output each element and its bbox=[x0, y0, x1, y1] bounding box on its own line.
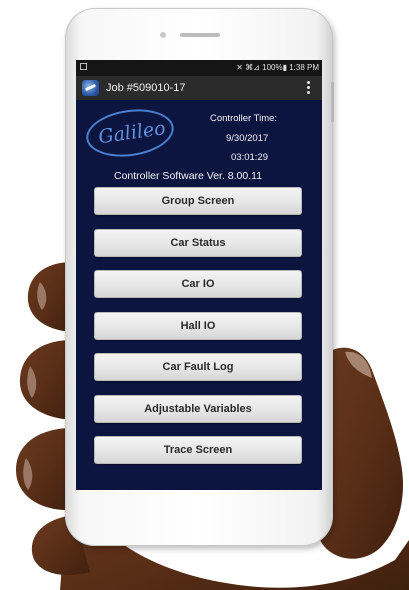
adjustable-variables-button[interactable]: Adjustable Variables bbox=[94, 395, 302, 423]
trace-screen-button[interactable]: Trace Screen bbox=[94, 436, 302, 464]
controller-date: 9/30/2017 bbox=[226, 133, 269, 144]
overflow-menu-icon[interactable] bbox=[307, 81, 310, 95]
controller-time-label: Controller Time: bbox=[210, 113, 278, 124]
car-fault-log-button[interactable]: Car Fault Log bbox=[94, 353, 302, 381]
galileo-logo: Galileo bbox=[83, 104, 177, 162]
galileo-app-icon bbox=[82, 80, 99, 96]
car-status-button[interactable]: Car Status bbox=[94, 229, 302, 257]
hall-io-button[interactable]: Hall IO bbox=[94, 312, 302, 340]
status-indicators: ✕ ⌘⊿ 100%▮ 1:38 PM bbox=[236, 63, 319, 72]
app-screen: ✕ ⌘⊿ 100%▮ 1:38 PM Job #509010-17 Galile… bbox=[76, 60, 322, 490]
status-bar: ✕ ⌘⊿ 100%▮ 1:38 PM bbox=[76, 60, 322, 76]
logo-text: Galileo bbox=[97, 117, 167, 149]
group-screen-button[interactable]: Group Screen bbox=[94, 187, 302, 215]
front-sensor bbox=[160, 32, 166, 38]
notification-icon bbox=[80, 63, 87, 70]
job-title: Job #509010-17 bbox=[106, 82, 186, 94]
controller-time: 03:01:29 bbox=[231, 152, 268, 163]
car-io-button[interactable]: Car IO bbox=[94, 270, 302, 298]
app-bar: Job #509010-17 bbox=[76, 76, 322, 100]
volume-key bbox=[331, 82, 334, 122]
software-version: Controller Software Ver. 8.00.11 bbox=[114, 170, 263, 182]
earpiece bbox=[180, 33, 220, 37]
